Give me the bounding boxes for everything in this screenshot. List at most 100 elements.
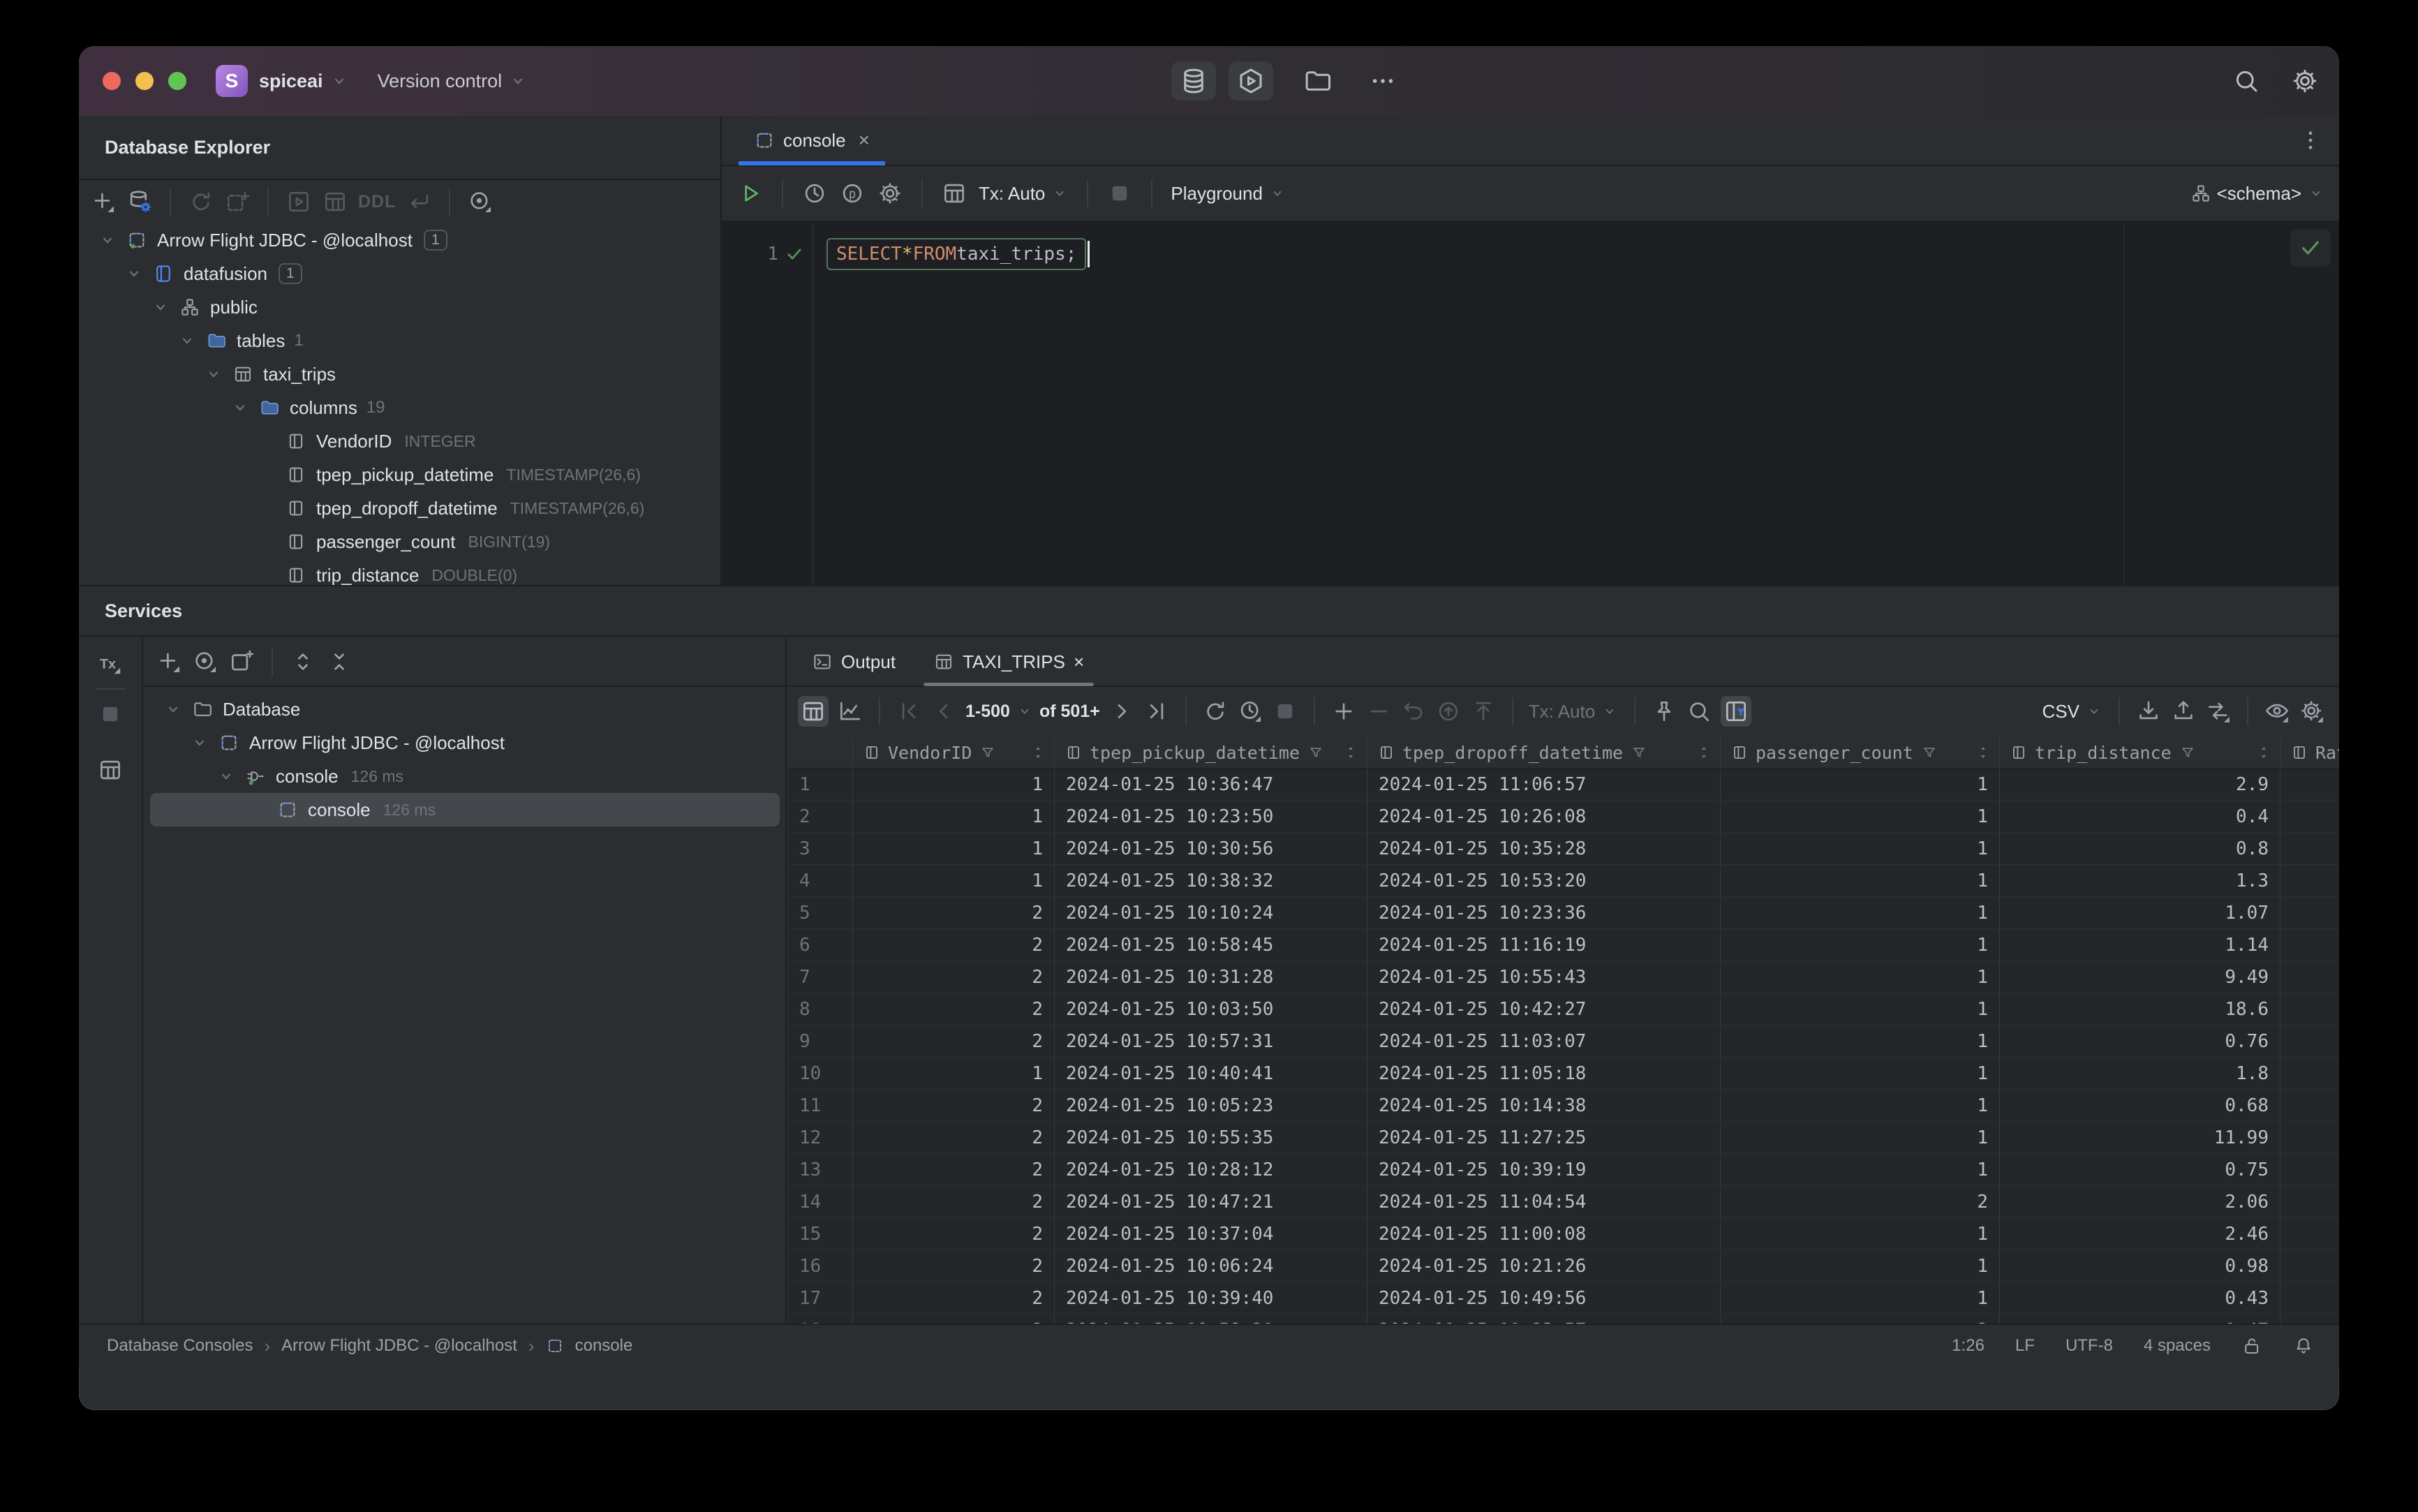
cell-vendorid[interactable]: 2 bbox=[853, 1218, 1055, 1250]
cell-vendorid[interactable]: 2 bbox=[853, 1154, 1055, 1185]
cell-rate[interactable] bbox=[2280, 833, 2339, 864]
cell-passenger-count[interactable]: 1 bbox=[1721, 993, 2000, 1025]
project-avatar[interactable]: S bbox=[216, 65, 248, 97]
first-page-icon[interactable] bbox=[896, 698, 922, 725]
cell-tpep-pickup-datetime[interactable]: 2024-01-25 10:57:31 bbox=[1055, 1025, 1367, 1057]
cell-tpep-pickup-datetime[interactable]: 2024-01-25 10:03:50 bbox=[1055, 993, 1367, 1025]
jump-to-console-icon[interactable] bbox=[406, 188, 432, 215]
cell-rate[interactable] bbox=[2280, 1186, 2339, 1217]
close-window-button[interactable] bbox=[103, 72, 121, 90]
collapse-all-icon[interactable] bbox=[326, 648, 353, 675]
cell-tpep-dropoff-datetime[interactable]: 2024-01-25 11:27:25 bbox=[1367, 1122, 1721, 1153]
cell-vendorid[interactable]: 1 bbox=[853, 865, 1055, 896]
stop-query-icon[interactable] bbox=[1272, 698, 1298, 725]
cell-rate[interactable] bbox=[2280, 929, 2339, 961]
filter-funnel-icon[interactable] bbox=[979, 743, 997, 762]
open-each-in-new-tab-icon[interactable] bbox=[228, 648, 255, 675]
chevron-down-icon[interactable] bbox=[189, 732, 210, 753]
cell-vendorid[interactable]: 2 bbox=[853, 961, 1055, 993]
add-row-icon[interactable] bbox=[1330, 698, 1357, 725]
tab-console[interactable]: console × bbox=[739, 115, 885, 165]
database-toolwindow-button[interactable] bbox=[1171, 61, 1216, 101]
cell-tpep-pickup-datetime[interactable]: 2024-01-25 10:31:28 bbox=[1055, 961, 1367, 993]
chevron-down-icon[interactable] bbox=[230, 397, 251, 418]
file-encoding[interactable]: UTF-8 bbox=[2065, 1336, 2113, 1356]
cell-rate[interactable] bbox=[2280, 1090, 2339, 1121]
tree-item-taxi-trips[interactable]: taxi_trips bbox=[79, 357, 720, 391]
sort-arrows-icon[interactable] bbox=[1342, 743, 1360, 762]
filter-funnel-icon[interactable] bbox=[1920, 743, 1938, 762]
cell-rate[interactable] bbox=[2280, 1282, 2339, 1314]
schema-selector[interactable]: <schema> bbox=[2190, 183, 2325, 205]
cell-tpep-pickup-datetime[interactable]: 2024-01-25 10:47:21 bbox=[1055, 1186, 1367, 1217]
cell-tpep-pickup-datetime[interactable]: 2024-01-25 10:23:50 bbox=[1055, 801, 1367, 832]
sort-arrows-icon[interactable] bbox=[1029, 743, 1047, 762]
transactions-icon[interactable]: Tx bbox=[97, 651, 124, 677]
view-options-eye-icon[interactable] bbox=[2264, 698, 2290, 725]
version-control-menu[interactable]: Version control bbox=[350, 71, 529, 92]
cell-passenger-count[interactable]: 1 bbox=[1721, 1218, 2000, 1250]
open-table-icon[interactable] bbox=[322, 188, 348, 215]
search-everywhere-icon[interactable] bbox=[2232, 66, 2261, 96]
run-sql-script-icon[interactable] bbox=[285, 188, 312, 215]
editor-content[interactable]: 1 SELECT * FROM taxi_trips; bbox=[722, 223, 2339, 585]
cell-passenger-count[interactable]: 1 bbox=[1721, 833, 2000, 864]
cell-vendorid[interactable]: 1 bbox=[853, 801, 1055, 832]
tx-mode-dropdown[interactable]: Tx: Auto bbox=[979, 183, 1069, 205]
chevron-down-icon[interactable] bbox=[97, 230, 118, 251]
cell-passenger-count[interactable]: 1 bbox=[1721, 929, 2000, 961]
tree-item-arrow-flight-jdbc-localhost[interactable]: Arrow Flight JDBC - @localhost bbox=[144, 726, 785, 759]
sort-arrows-icon[interactable] bbox=[1695, 743, 1713, 762]
cell-vendorid[interactable]: 1 bbox=[853, 833, 1055, 864]
cell-trip-distance[interactable]: 1.14 bbox=[2000, 929, 2280, 961]
tab-options-kebab-icon[interactable] bbox=[2297, 127, 2324, 154]
cell-tpep-dropoff-datetime[interactable]: 2024-01-25 11:16:19 bbox=[1367, 929, 1721, 961]
tab-output[interactable]: Output bbox=[798, 638, 910, 686]
cell-rate[interactable] bbox=[2280, 897, 2339, 928]
chevron-down-icon[interactable] bbox=[124, 263, 144, 284]
project-menu[interactable]: spiceai bbox=[248, 71, 350, 92]
chevron-down-icon[interactable] bbox=[203, 364, 224, 385]
cell-passenger-count[interactable]: 1 bbox=[1721, 1250, 2000, 1282]
row-number[interactable]: 1 bbox=[788, 769, 853, 800]
cell-passenger-count[interactable]: 1 bbox=[1721, 865, 2000, 896]
filter-funnel-icon[interactable] bbox=[1307, 743, 1325, 762]
cell-rate[interactable] bbox=[2280, 1154, 2339, 1185]
row-number[interactable]: 2 bbox=[788, 801, 853, 832]
auto-refresh-icon[interactable] bbox=[1237, 698, 1263, 725]
import-data-icon[interactable] bbox=[2170, 698, 2197, 725]
cell-tpep-pickup-datetime[interactable]: 2024-01-25 10:05:23 bbox=[1055, 1090, 1367, 1121]
parameters-icon[interactable]: p bbox=[839, 180, 866, 207]
chevron-down-icon[interactable] bbox=[216, 766, 237, 787]
tab-taxi-trips[interactable]: TAXI_TRIPS × bbox=[919, 638, 1098, 686]
cell-trip-distance[interactable]: 2.46 bbox=[2000, 1218, 2280, 1250]
row-number[interactable]: 7 bbox=[788, 961, 853, 993]
cell-tpep-pickup-datetime[interactable]: 2024-01-25 10:55:35 bbox=[1055, 1122, 1367, 1153]
cell-trip-distance[interactable]: 1.8 bbox=[2000, 1058, 2280, 1089]
cell-vendorid[interactable]: 2 bbox=[853, 1090, 1055, 1121]
row-number[interactable]: 14 bbox=[788, 1186, 853, 1217]
settings-gear-icon[interactable] bbox=[2290, 66, 2320, 96]
close-tab-icon[interactable]: × bbox=[859, 129, 870, 151]
results-panel-icon[interactable] bbox=[97, 757, 124, 783]
row-number[interactable]: 12 bbox=[788, 1122, 853, 1153]
row-number[interactable]: 10 bbox=[788, 1058, 853, 1089]
row-number[interactable]: 13 bbox=[788, 1154, 853, 1185]
cell-tpep-dropoff-datetime[interactable]: 2024-01-25 10:26:08 bbox=[1367, 801, 1721, 832]
indent-setting[interactable]: 4 spaces bbox=[2144, 1336, 2211, 1356]
more-actions-icon[interactable] bbox=[1368, 66, 1397, 96]
chevron-down-icon[interactable] bbox=[163, 699, 184, 720]
cell-tpep-dropoff-datetime[interactable]: 2024-01-25 10:23:36 bbox=[1367, 897, 1721, 928]
select-opened-element-icon[interactable] bbox=[467, 188, 494, 215]
page-size-dropdown[interactable]: 1-500 of 501+ bbox=[965, 702, 1100, 722]
sql-statement-line[interactable]: SELECT * FROM taxi_trips; bbox=[826, 233, 1090, 275]
cell-tpep-pickup-datetime[interactable]: 2024-01-25 10:10:24 bbox=[1055, 897, 1367, 928]
cell-tpep-dropoff-datetime[interactable]: 2024-01-25 11:05:18 bbox=[1367, 1058, 1721, 1089]
cell-trip-distance[interactable]: 0.76 bbox=[2000, 1025, 2280, 1057]
expand-all-icon[interactable] bbox=[290, 648, 316, 675]
line-separator[interactable]: LF bbox=[2015, 1336, 2035, 1356]
export-data-icon[interactable] bbox=[2135, 698, 2162, 725]
cell-passenger-count[interactable]: 1 bbox=[1721, 1122, 2000, 1153]
row-number[interactable]: 3 bbox=[788, 833, 853, 864]
column-header-rate[interactable]: Rate bbox=[2280, 737, 2339, 768]
